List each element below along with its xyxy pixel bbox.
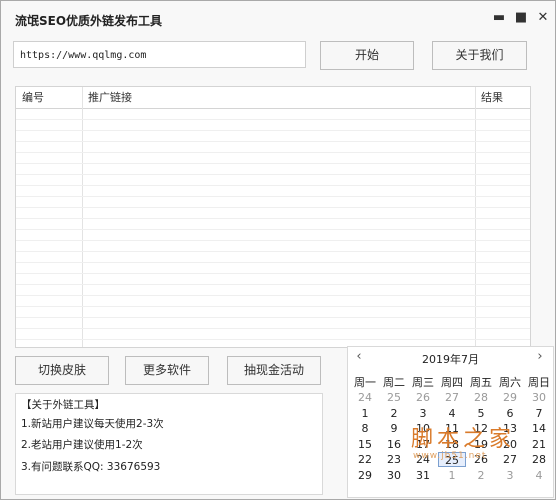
app-window: 流氓SEO优质外链发布工具 ▬ ■ ✕ https://www.qqlmg.co… [0, 0, 556, 500]
calendar-day[interactable]: 14 [525, 421, 553, 436]
calendar-day[interactable]: 27 [496, 452, 524, 467]
table-row [16, 307, 530, 318]
calendar-day[interactable]: 25 [380, 390, 408, 405]
table-row [16, 285, 530, 296]
calendar-day[interactable]: 22 [351, 452, 379, 467]
watermark-text: 脚本之家 [411, 427, 516, 452]
weekday-label: 周六 [499, 376, 521, 389]
window-title: 流氓SEO优质外链发布工具 [15, 14, 163, 28]
calendar-day[interactable]: 23 [380, 452, 408, 467]
calendar-day[interactable]: 1 [351, 406, 379, 421]
weekday-label: 周五 [470, 376, 492, 389]
table-row [16, 318, 530, 329]
weekday-label: 周日 [528, 376, 550, 389]
calendar-day[interactable]: 29 [351, 468, 379, 483]
table-row [16, 241, 530, 252]
results-table: 编号 推广链接 结果 [15, 86, 531, 348]
calendar-day[interactable]: 16 [380, 437, 408, 452]
start-button[interactable]: 开始 [320, 41, 414, 70]
calendar-day[interactable]: 3 [409, 406, 437, 421]
about-us-button[interactable]: 关于我们 [432, 41, 527, 70]
table-row [16, 263, 530, 274]
table-row [16, 329, 530, 340]
table-row [16, 274, 530, 285]
calendar-day[interactable]: 4 [525, 468, 553, 483]
calendar-day[interactable]: 30 [380, 468, 408, 483]
info-line: 3.有问题联系QQ: 33676593 [21, 461, 161, 473]
calendar-day[interactable]: 1 [438, 468, 466, 483]
weekday-label: 周三 [412, 376, 434, 389]
calendar-month[interactable]: 2019年7月 [348, 351, 553, 367]
next-month-icon[interactable]: › [533, 349, 547, 364]
table-row [16, 230, 530, 241]
calendar-day[interactable]: 9 [380, 421, 408, 436]
table-header: 编号 推广链接 结果 [16, 87, 530, 109]
calendar-day[interactable]: 15 [351, 437, 379, 452]
column-header-result[interactable]: 结果 [475, 87, 530, 108]
switch-skin-button[interactable]: 切换皮肤 [15, 356, 109, 385]
table-row [16, 153, 530, 164]
table-row [16, 142, 530, 153]
column-header-link[interactable]: 推广链接 [82, 87, 475, 108]
calendar-day[interactable]: 8 [351, 421, 379, 436]
info-panel: 【关于外链工具】 1.新站用户建议每天使用2-3次 2.老站用户建议使用1-2次… [15, 393, 323, 495]
close-icon[interactable]: ✕ [536, 11, 550, 25]
info-heading: 【关于外链工具】 [21, 399, 105, 411]
cash-activity-button[interactable]: 抽现金活动 [227, 356, 321, 385]
watermark-url: www.jb51.net [413, 451, 487, 461]
weekday-label: 周二 [383, 376, 405, 389]
table-row [16, 252, 530, 263]
calendar-day[interactable]: 4 [438, 406, 466, 421]
table-row [16, 186, 530, 197]
more-software-button[interactable]: 更多软件 [125, 356, 209, 385]
calendar-day[interactable]: 6 [496, 406, 524, 421]
calendar-day[interactable]: 3 [496, 468, 524, 483]
calendar-day[interactable]: 21 [525, 437, 553, 452]
calendar-day[interactable]: 24 [351, 390, 379, 405]
table-row [16, 296, 530, 307]
maximize-icon[interactable]: ■ [514, 11, 528, 25]
calendar-day[interactable]: 30 [525, 390, 553, 405]
calendar-day[interactable]: 26 [409, 390, 437, 405]
calendar-day[interactable]: 28 [525, 452, 553, 467]
table-row [16, 131, 530, 142]
calendar-day[interactable]: 7 [525, 406, 553, 421]
table-row [16, 175, 530, 186]
calendar-day[interactable]: 29 [496, 390, 524, 405]
table-row [16, 120, 530, 131]
minimize-icon[interactable]: ▬ [492, 11, 506, 25]
calendar-day[interactable]: 2 [467, 468, 495, 483]
weekday-label: 周一 [354, 376, 376, 389]
table-row [16, 219, 530, 230]
url-input[interactable]: https://www.qqlmg.com [13, 41, 306, 68]
calendar-day[interactable]: 2 [380, 406, 408, 421]
calendar-day[interactable]: 28 [467, 390, 495, 405]
calendar-day[interactable]: 27 [438, 390, 466, 405]
table-row [16, 164, 530, 175]
column-header-id[interactable]: 编号 [16, 87, 82, 108]
table-row [16, 109, 530, 120]
table-row [16, 208, 530, 219]
calendar-day[interactable]: 31 [409, 468, 437, 483]
table-row [16, 197, 530, 208]
info-line: 2.老站用户建议使用1-2次 [21, 439, 143, 451]
weekday-label: 周四 [441, 376, 463, 389]
info-line: 1.新站用户建议每天使用2-3次 [21, 418, 164, 430]
calendar-day[interactable]: 5 [467, 406, 495, 421]
